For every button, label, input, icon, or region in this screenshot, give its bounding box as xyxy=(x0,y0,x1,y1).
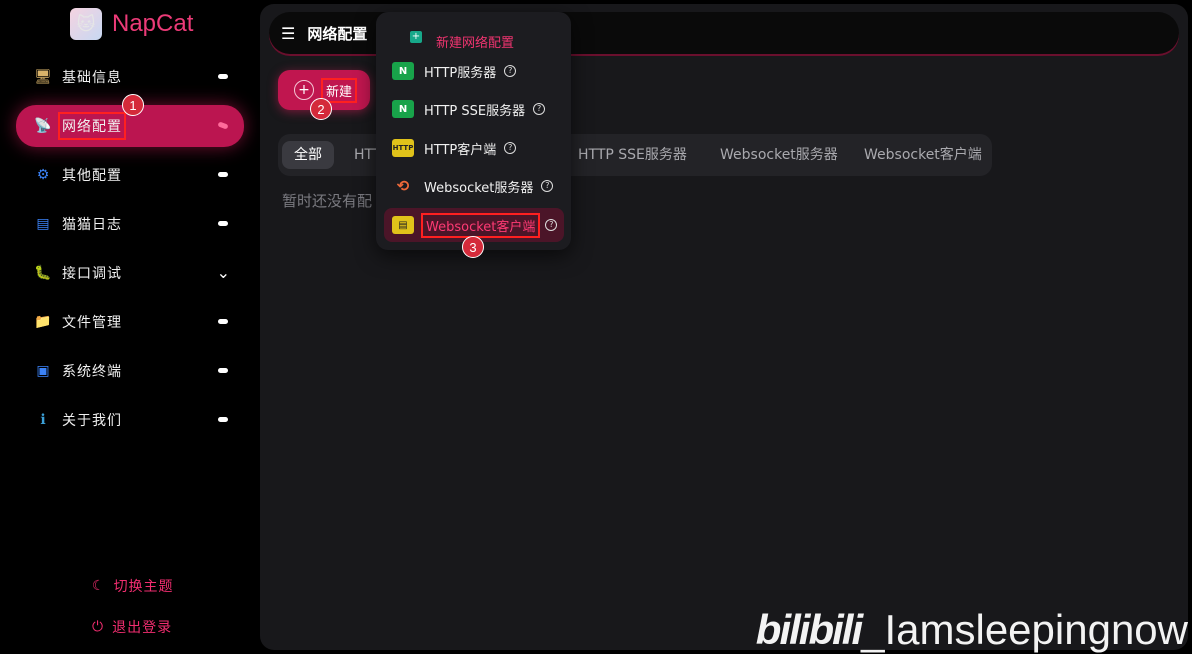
help-icon[interactable]: ? xyxy=(504,142,517,154)
dropdown-header: + 新建网络配置 xyxy=(410,22,514,51)
nginx-icon: N xyxy=(392,62,414,80)
watermark: bilibili_Iamsleepingnow xyxy=(756,606,1188,654)
logout-button[interactable]: ⏻ 退出登录 xyxy=(92,617,172,637)
dashboard-icon: 🖥 xyxy=(34,69,52,85)
tab-websocket-client[interactable]: Websocket客户端 xyxy=(864,141,982,169)
network-icon: 📡 xyxy=(34,118,52,134)
indicator-pill xyxy=(218,221,228,226)
plus-circle-icon: + xyxy=(294,80,314,100)
menu-item-label: HTTP客户端 xyxy=(424,142,497,158)
info-icon: ℹ xyxy=(40,412,46,428)
websocket-client-icon: ▤ xyxy=(392,216,414,234)
chevron-down-icon[interactable]: ⌄ xyxy=(217,263,230,282)
help-icon[interactable]: ? xyxy=(541,180,554,192)
watermark-handle: _Iamsleepingnow xyxy=(861,606,1188,653)
step-badge-2: 2 xyxy=(310,98,332,120)
logout-label: 退出登录 xyxy=(112,620,173,636)
new-config-dropdown: + 新建网络配置 N HTTP服务器 ? N HTTP SSE服务器 ? HTT… xyxy=(376,12,571,250)
sidebar-item-label: 其他配置 xyxy=(62,168,122,184)
step-badge-1: 1 xyxy=(122,94,144,116)
terminal-icon: ▣ xyxy=(36,363,50,379)
indicator-pill xyxy=(218,368,228,373)
menu-item-label: HTTP服务器 xyxy=(424,65,497,81)
sidebar-item-label: 猫猫日志 xyxy=(62,217,122,233)
menu-item-label: Websocket服务器 xyxy=(424,180,534,196)
help-icon[interactable]: ? xyxy=(504,65,517,77)
sidebar-item-label: 基础信息 xyxy=(62,70,122,86)
brand[interactable]: 🐱 NapCat xyxy=(70,8,193,40)
cat-avatar-icon: 🐱 xyxy=(70,8,102,40)
menu-item-http-client[interactable]: HTTP HTTP客户端 ? xyxy=(384,131,564,165)
menu-item-http-sse-server[interactable]: N HTTP SSE服务器 ? xyxy=(384,92,564,126)
menu-item-http-server[interactable]: N HTTP服务器 ? xyxy=(384,54,564,88)
sidebar-item-api-debug[interactable]: 🐛 接口调试 ⌄ xyxy=(16,252,244,294)
websocket-icon: ⟲ xyxy=(396,177,410,195)
sidebar-item-about[interactable]: ℹ 关于我们 xyxy=(16,399,244,441)
step-badge-3: 3 xyxy=(462,236,484,258)
menu-collapse-icon[interactable]: ☰ xyxy=(281,24,295,43)
menu-item-label: HTTP SSE服务器 xyxy=(424,103,526,119)
sidebar-item-terminal[interactable]: ▣ 系统终端 xyxy=(16,350,244,392)
nginx-icon: N xyxy=(392,100,414,118)
page-title: 网络配置 xyxy=(307,24,368,43)
sidebar-item-label: 接口调试 xyxy=(62,266,122,282)
indicator-pill xyxy=(218,74,228,79)
indicator-pill xyxy=(217,121,229,130)
sidebar-item-basic-info[interactable]: 🖥 基础信息 xyxy=(16,56,244,98)
logout-icon: ⏻ xyxy=(92,619,105,635)
folder-icon: 📁 xyxy=(34,314,52,330)
sidebar: 🐱 NapCat 🖥 基础信息 📡 网络配置 ⚙ 其他配置 ▤ 猫猫日志 🐛 接… xyxy=(0,0,258,654)
brand-name: NapCat xyxy=(112,10,194,37)
menu-item-websocket-server[interactable]: ⟲ Websocket服务器 ? xyxy=(384,169,564,203)
sidebar-item-label: 文件管理 xyxy=(62,315,122,331)
tab-websocket-server[interactable]: Websocket服务器 xyxy=(720,141,838,169)
moon-icon: ☾ xyxy=(92,578,106,594)
help-icon[interactable]: ? xyxy=(533,103,546,115)
sidebar-item-file-manager[interactable]: 📁 文件管理 xyxy=(16,301,244,343)
sidebar-item-other-config[interactable]: ⚙ 其他配置 xyxy=(16,154,244,196)
log-icon: ▤ xyxy=(36,216,50,232)
empty-state-text: 暂时还没有配 xyxy=(282,192,373,210)
menu-item-label: Websocket客户端 xyxy=(420,212,541,238)
new-config-label: 新建 xyxy=(320,77,358,103)
theme-toggle-label: 切换主题 xyxy=(113,579,174,595)
sidebar-item-label: 网络配置 xyxy=(58,112,126,140)
tab-http-sse-server[interactable]: HTTP SSE服务器 xyxy=(578,141,687,169)
indicator-pill xyxy=(218,172,228,177)
sidebar-item-logs[interactable]: ▤ 猫猫日志 xyxy=(16,203,244,245)
dropdown-header-label: 新建网络配置 xyxy=(436,36,515,51)
indicator-pill xyxy=(218,417,228,422)
add-config-icon: + xyxy=(410,30,422,43)
sidebar-item-label: 系统终端 xyxy=(62,364,122,380)
indicator-pill xyxy=(218,319,228,324)
tab-all[interactable]: 全部 xyxy=(282,141,334,169)
gear-icon: ⚙ xyxy=(36,167,50,183)
http-monitor-icon: HTTP xyxy=(392,139,414,157)
help-icon[interactable]: ? xyxy=(545,219,558,231)
debug-icon: 🐛 xyxy=(34,265,52,281)
bilibili-logo: bilibili xyxy=(755,606,863,653)
theme-toggle-button[interactable]: ☾ 切换主题 xyxy=(92,576,174,596)
sidebar-item-label: 关于我们 xyxy=(62,413,122,429)
